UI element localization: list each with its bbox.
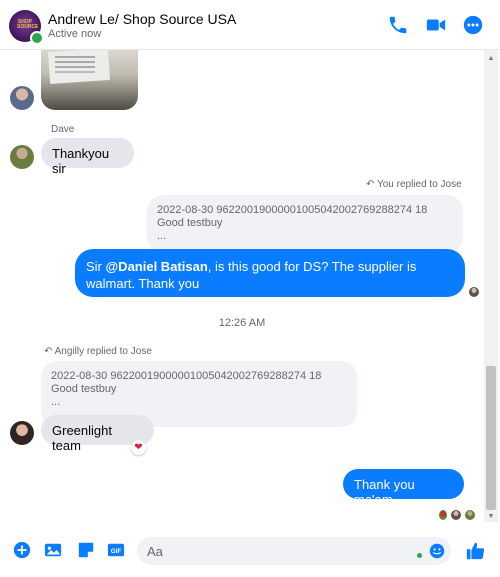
- scrollbar-thumb[interactable]: [486, 366, 496, 510]
- quote-line: 2022-08-30 96220019000001005042002769288…: [51, 370, 322, 382]
- photo-icon[interactable]: [44, 541, 62, 559]
- plus-circle-icon[interactable]: [13, 541, 31, 559]
- timestamp: 12:26 AM: [218, 317, 266, 329]
- message-text: Thankyou sir: [52, 146, 110, 176]
- dave-avatar[interactable]: [10, 145, 34, 169]
- message-bubble-outgoing[interactable]: Thank you ma'am: [343, 469, 464, 507]
- online-indicator: [30, 31, 44, 45]
- mention[interactable]: @Daniel Batisan: [106, 259, 208, 274]
- angilly-avatar[interactable]: [10, 421, 34, 445]
- like-icon[interactable]: [465, 540, 487, 562]
- message-text: Greenlight team: [52, 423, 112, 453]
- sender-avatar[interactable]: [10, 86, 34, 110]
- photo-lines: [55, 56, 95, 58]
- seen-avatar: [468, 286, 480, 298]
- gif-icon[interactable]: GIF: [106, 541, 126, 559]
- message-bubble-outgoing[interactable]: Sir @Daniel Batisan, is this good for DS…: [75, 249, 465, 297]
- avatar-logo-text: SHOP SOURCE: [17, 19, 39, 30]
- message-text: Sir: [86, 259, 106, 274]
- quote-line: Good testbuy: [51, 383, 117, 395]
- message-input-container[interactable]: [137, 537, 451, 565]
- active-status: Active now: [48, 28, 102, 40]
- chat-header: SHOP SOURCE Andrew Le/ Shop Source USA A…: [0, 0, 500, 50]
- quote-line: 2022-08-30 96220019000001005042002769288…: [157, 204, 428, 216]
- more-icon[interactable]: [462, 14, 484, 36]
- quote-line: Good testbuy: [157, 217, 223, 229]
- seen-avatar: [439, 510, 447, 520]
- quote-line: ...: [51, 396, 61, 408]
- scroll-up-arrow[interactable]: ▲: [486, 54, 496, 64]
- message-input[interactable]: [147, 542, 407, 560]
- message-text: Thank you ma'am: [354, 477, 415, 507]
- svg-text:GIF: GIF: [111, 548, 122, 555]
- photo-attachment[interactable]: [41, 50, 138, 110]
- quoted-message[interactable]: 2022-08-30 96220019000001005042002769288…: [147, 195, 463, 253]
- sticker-icon[interactable]: [77, 541, 95, 559]
- reply-label-text: Angilly replied to Jose: [54, 346, 152, 357]
- heart-reaction[interactable]: ❤: [131, 440, 146, 455]
- reply-indicator: ↶ Angilly replied to Jose: [44, 346, 152, 357]
- emoji-icon[interactable]: [429, 543, 445, 559]
- seen-avatar: [464, 509, 476, 521]
- scroll-down-arrow[interactable]: ▼: [486, 512, 496, 522]
- reply-arrow-icon: ↶: [366, 179, 377, 190]
- grammar-indicator: [417, 553, 422, 558]
- sender-name: Dave: [51, 124, 75, 135]
- quote-line: ...: [157, 230, 167, 242]
- seen-avatar: [450, 509, 462, 521]
- reply-label-text: You replied to Jose: [376, 179, 462, 190]
- reply-indicator: ↶ You replied to Jose: [366, 179, 462, 190]
- phone-icon[interactable]: [387, 14, 409, 36]
- conversation-title[interactable]: Andrew Le/ Shop Source USA: [48, 11, 236, 27]
- video-icon[interactable]: [425, 14, 447, 36]
- reply-arrow-icon: ↶: [44, 346, 55, 357]
- message-bubble[interactable]: Thankyou sir: [41, 138, 134, 176]
